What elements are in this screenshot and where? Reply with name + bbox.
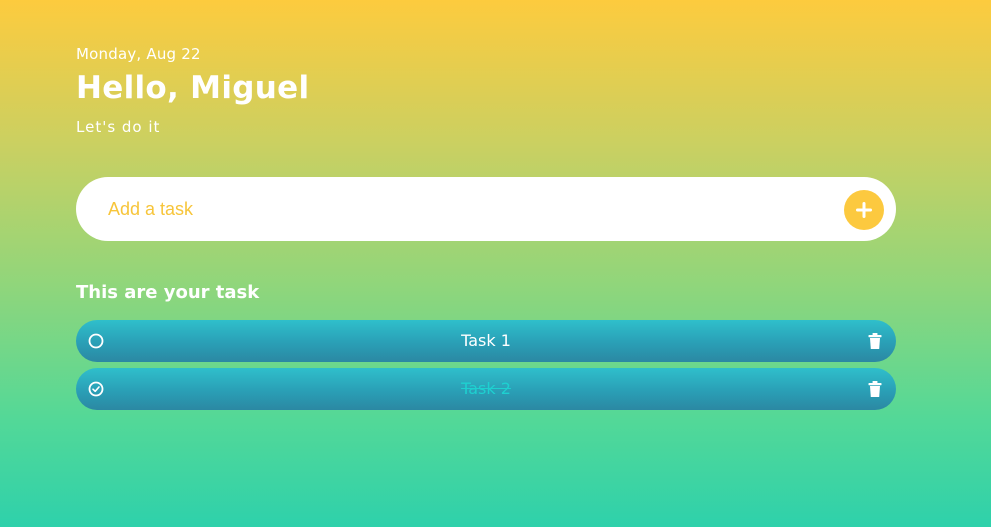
task-label: Task 1 xyxy=(461,331,511,350)
task-delete-button[interactable] xyxy=(866,332,884,350)
greeting-heading: Hello, Miguel xyxy=(76,70,310,106)
add-task-bar xyxy=(76,177,896,241)
task-delete-button[interactable] xyxy=(866,380,884,398)
circle-icon xyxy=(88,333,104,349)
task-complete-toggle[interactable] xyxy=(88,333,104,349)
task-item: Task 2 xyxy=(76,368,896,410)
task-item: Task 1 xyxy=(76,320,896,362)
task-complete-toggle[interactable] xyxy=(88,381,104,397)
plus-icon xyxy=(855,201,873,219)
add-task-input[interactable] xyxy=(108,195,808,223)
trash-icon xyxy=(866,380,884,398)
subtitle-text: Let's do it xyxy=(76,118,161,136)
date-label: Monday, Aug 22 xyxy=(76,45,201,63)
add-task-button[interactable] xyxy=(844,190,884,230)
tasks-section-title: This are your task xyxy=(76,282,260,303)
trash-icon xyxy=(866,332,884,350)
check-circle-icon xyxy=(88,381,104,397)
task-label: Task 2 xyxy=(461,379,511,398)
